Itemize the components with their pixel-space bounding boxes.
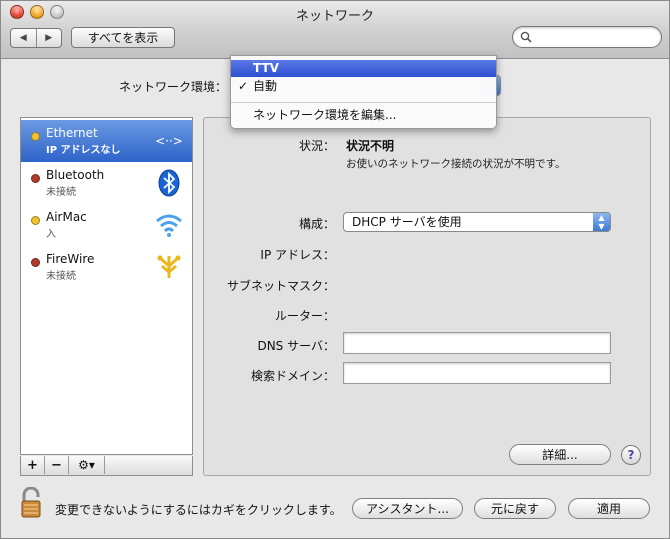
search-icon	[520, 31, 532, 43]
lock-message: 変更できないようにするにはカギをクリックします。	[55, 503, 342, 517]
menu-item-ttv[interactable]: TTV	[231, 60, 496, 77]
firewire-icon	[157, 255, 181, 278]
service-list: Ethernet IP アドレスなし <··> Bluetooth 未接続 Ai…	[20, 117, 193, 455]
service-list-toolbar: + − ⚙▾	[20, 456, 193, 476]
network-preferences-window: ネットワーク ◀ ▶ すべてを表示 ネットワーク環境： TTV ✓ 自動 ネット…	[0, 0, 670, 539]
ip-address-label: IP アドレス：	[260, 248, 335, 262]
revert-button[interactable]: 元に戻す	[474, 498, 556, 519]
bluetooth-icon	[158, 169, 180, 197]
dns-server-field[interactable]	[343, 332, 611, 354]
status-value: 状況不明	[346, 139, 395, 153]
service-item-ethernet[interactable]: Ethernet IP アドレスなし <··>	[21, 120, 192, 162]
service-status: IP アドレスなし	[46, 145, 121, 156]
service-item-firewire[interactable]: FireWire 未接続	[21, 246, 192, 288]
svg-text:<··>: <··>	[155, 134, 183, 148]
service-item-airmac[interactable]: AirMac 入	[21, 204, 192, 246]
config-value: DHCP サーバを使用	[352, 215, 462, 229]
status-dot	[31, 132, 40, 141]
advanced-button[interactable]: 詳細...	[509, 444, 611, 465]
service-item-bluetooth[interactable]: Bluetooth 未接続	[21, 162, 192, 204]
location-label: ネットワーク環境：	[119, 80, 228, 94]
status-label: 状況：	[298, 139, 335, 153]
title-toolbar: ネットワーク ◀ ▶ すべてを表示	[1, 1, 669, 59]
forward-button[interactable]: ▶	[35, 29, 62, 47]
gear-icon[interactable]: ⚙▾	[69, 456, 105, 474]
menu-item-automatic[interactable]: ✓ 自動	[231, 78, 496, 95]
service-name: AirMac	[46, 210, 87, 224]
status-description: お使いのネットワーク接続の状況が不明です。	[346, 158, 566, 170]
menu-item-edit-locations[interactable]: ネットワーク環境を編集...	[231, 107, 496, 124]
back-button[interactable]: ◀	[11, 29, 36, 47]
popup-arrows-icon: ▲ ▼	[593, 213, 610, 231]
back-forward-group: ◀ ▶	[10, 28, 62, 48]
config-label: 構成：	[298, 217, 335, 231]
service-status: 未接続	[46, 187, 76, 198]
router-label: ルーター：	[274, 309, 335, 323]
menu-item-automatic-label: 自動	[253, 79, 278, 93]
config-popup[interactable]: DHCP サーバを使用 ▲ ▼	[343, 212, 611, 232]
lock-icon[interactable]	[19, 487, 43, 519]
help-button[interactable]: ?	[621, 445, 641, 465]
service-name: Ethernet	[46, 126, 98, 140]
add-service-button[interactable]: +	[21, 456, 45, 474]
ethernet-icon: <··>	[155, 134, 183, 148]
show-all-button[interactable]: すべてを表示	[71, 27, 175, 48]
apply-button[interactable]: 適用	[568, 498, 650, 519]
dns-server-label: DNS サーバ：	[257, 339, 335, 353]
wifi-icon	[156, 214, 182, 237]
status-dot	[31, 174, 40, 183]
search-domain-label: 検索ドメイン：	[250, 369, 335, 383]
service-status: 未接続	[46, 271, 76, 282]
window-title: ネットワーク	[295, 9, 374, 24]
search-input[interactable]	[512, 26, 662, 48]
menu-separator	[231, 102, 496, 103]
status-dot	[31, 216, 40, 225]
assistant-button[interactable]: アシスタント...	[352, 498, 463, 519]
service-name: Bluetooth	[46, 168, 105, 182]
service-status: 入	[46, 229, 56, 240]
search-domain-field[interactable]	[343, 362, 611, 384]
location-menu: TTV ✓ 自動 ネットワーク環境を編集...	[230, 55, 497, 129]
remove-service-button[interactable]: −	[45, 456, 69, 474]
checkmark-icon: ✓	[238, 79, 249, 93]
service-name: FireWire	[46, 252, 95, 266]
subnet-mask-label: サブネットマスク：	[226, 279, 335, 293]
status-dot	[31, 258, 40, 267]
